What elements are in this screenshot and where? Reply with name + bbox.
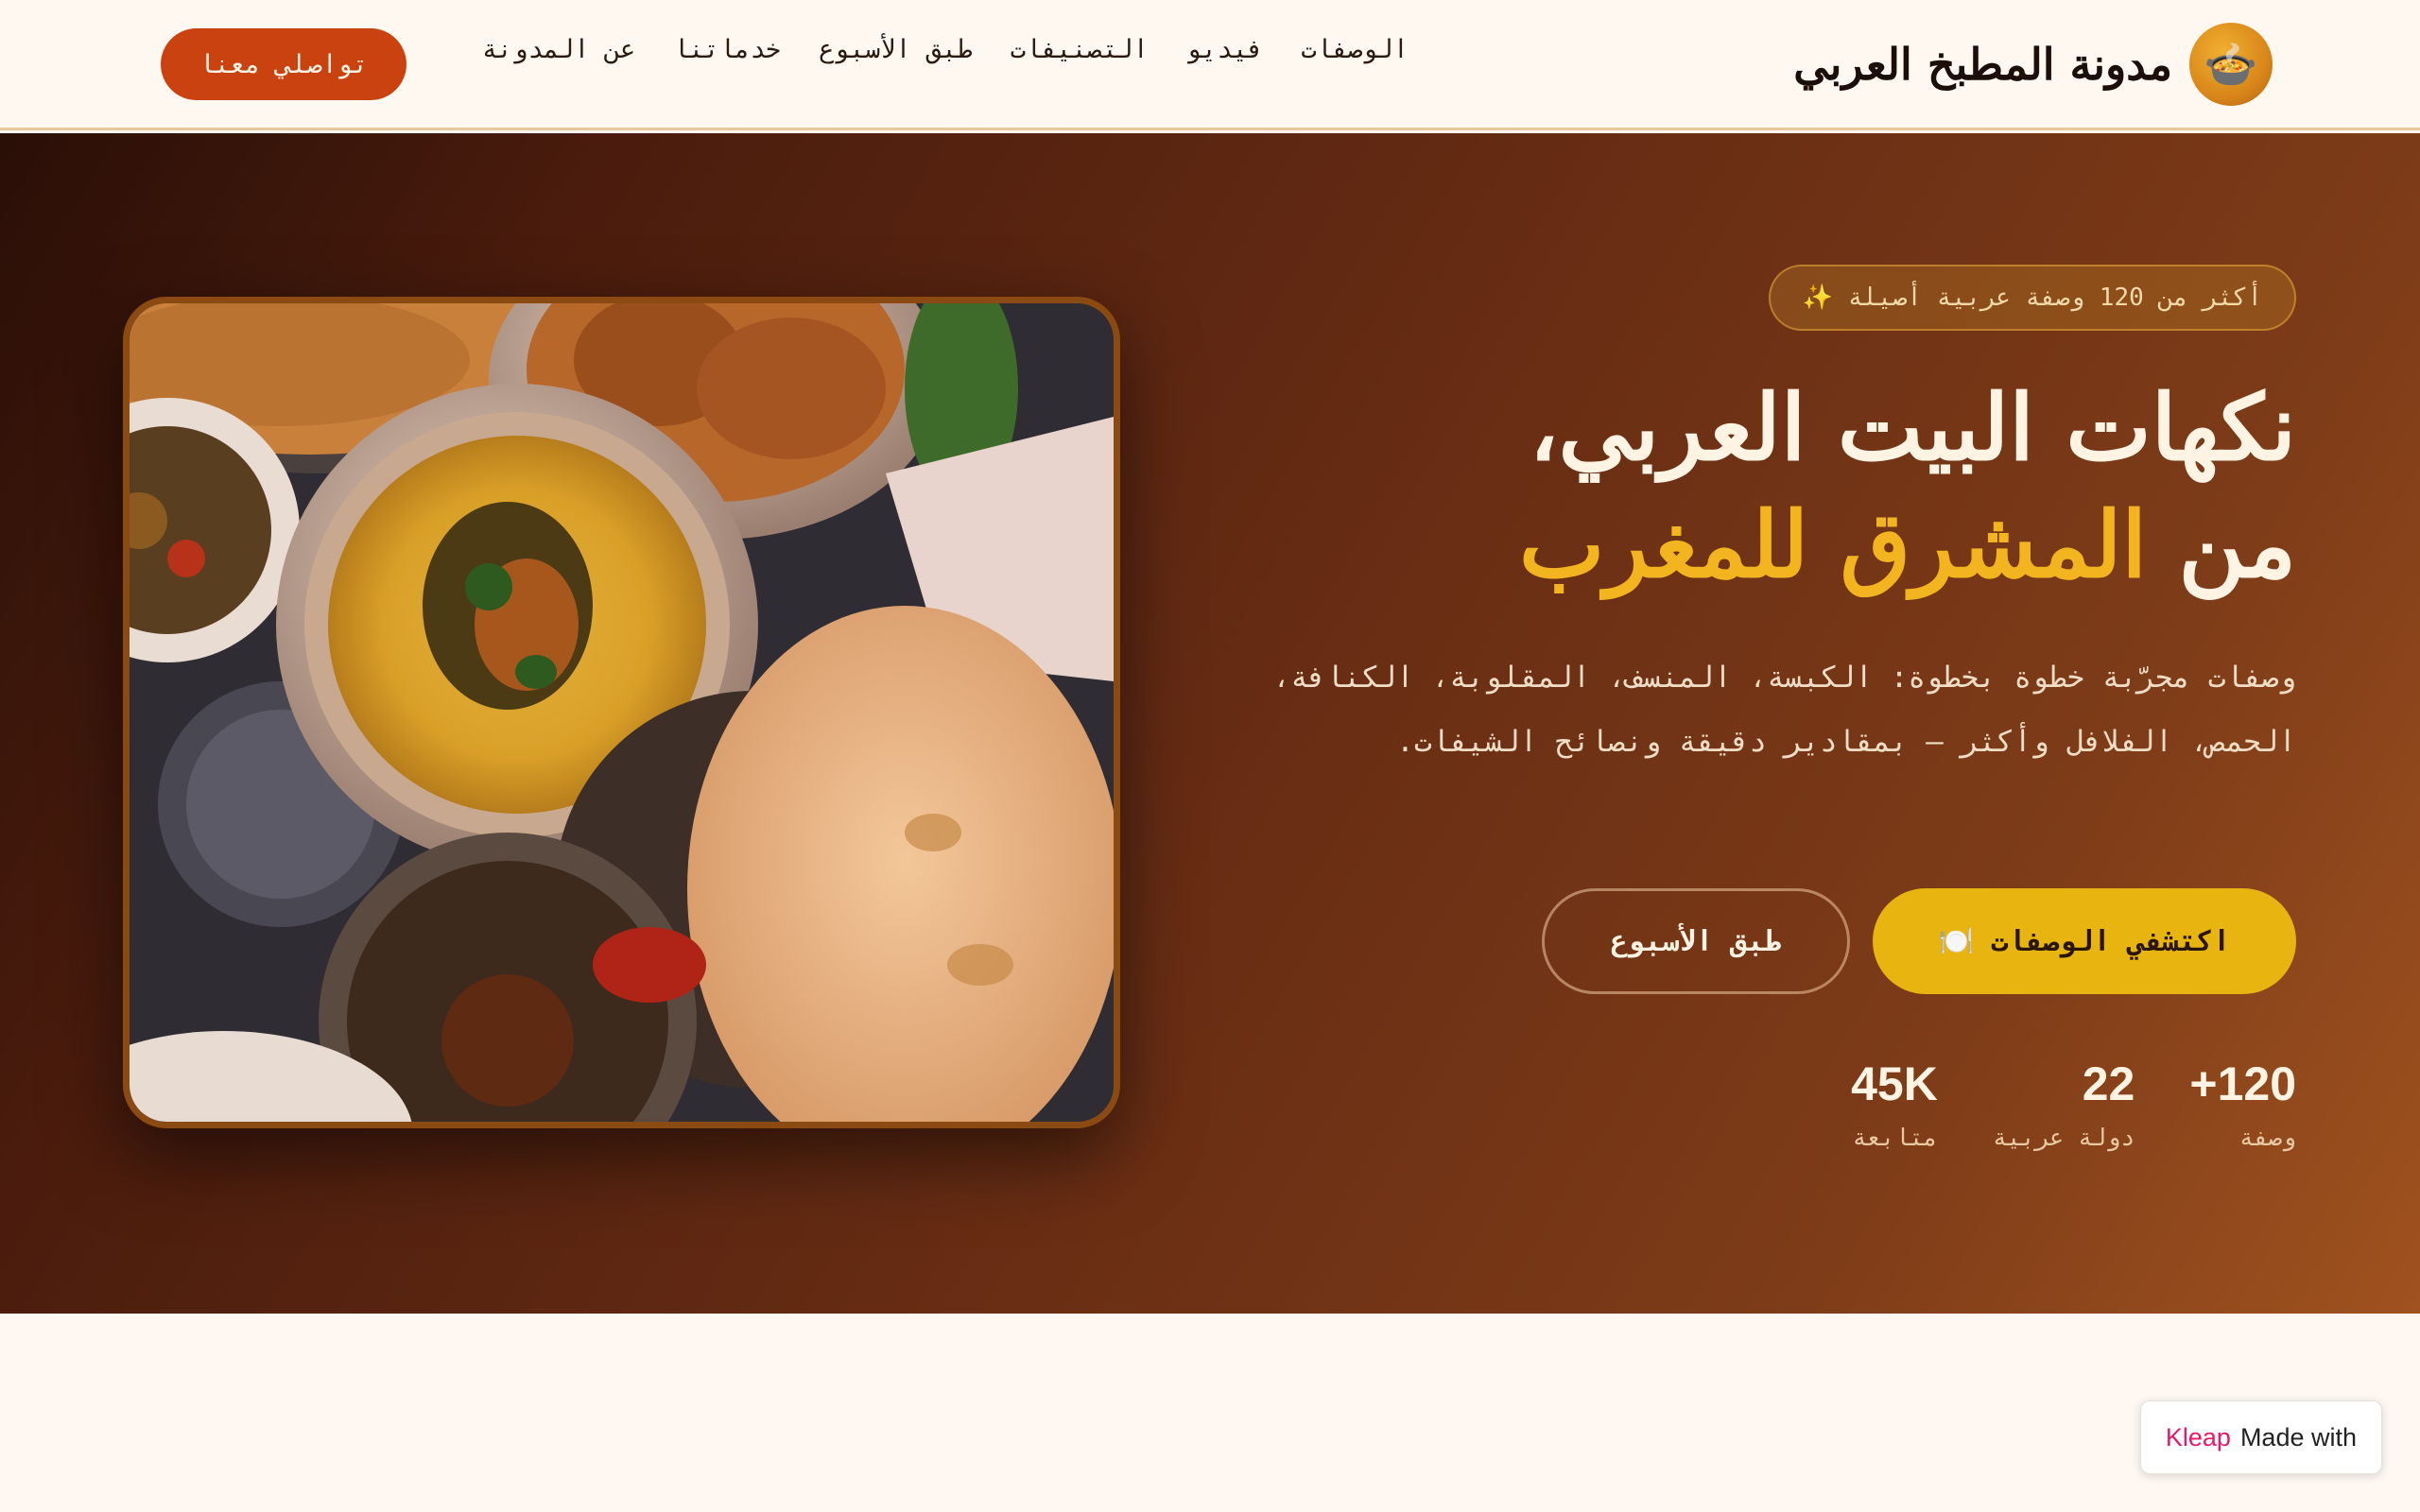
nav-video[interactable]: فيديو xyxy=(1186,35,1263,64)
hero-description: وصفات مجرّبة خطوة بخطوة: الكبسة، المنسف،… xyxy=(1272,661,2297,759)
food-spread-illustration xyxy=(130,303,1114,1122)
brand[interactable]: 🍲 مدونة المطبخ العربي xyxy=(1793,21,2273,108)
stat-label: دولة عربية xyxy=(1992,1124,2135,1151)
hero-title-line2-prefix: من xyxy=(2147,491,2297,598)
stat-label: متابعة xyxy=(1852,1124,1938,1151)
contact-button[interactable]: تواصلي معنا xyxy=(161,28,406,100)
hero-title-accent: المشرق للمغرب xyxy=(1518,491,2148,598)
nav-recipes[interactable]: الوصفات xyxy=(1301,35,1409,64)
hero-stats: +120 وصفة 22 دولة عربية 45K متابعة xyxy=(1851,1056,2296,1151)
hero-title: نكهات البيت العربي، من المشرق للمغرب xyxy=(1351,369,2296,604)
stat-followers: 45K متابعة xyxy=(1851,1056,1938,1151)
stat-recipes: +120 وصفة xyxy=(2189,1056,2296,1151)
stat-label: وصفة xyxy=(2238,1124,2296,1151)
kleap-brand: Kleap xyxy=(2165,1422,2231,1452)
stat-value: 45K xyxy=(1851,1057,1938,1110)
nav-about[interactable]: عن المدونة xyxy=(482,35,636,64)
nav-dish-of-week[interactable]: طبق الأسبوع xyxy=(819,35,973,64)
pot-icon: 🍲 xyxy=(2189,23,2273,106)
stat-value: 22 xyxy=(2082,1057,2135,1110)
stat-value: +120 xyxy=(2189,1057,2296,1110)
made-with-kleap-badge[interactable]: Kleap Made with xyxy=(2139,1400,2382,1474)
hero-section: ✨ أكثر من 120 وصفة عربية أصيلة نكهات الب… xyxy=(0,133,2420,1314)
hero-food-image xyxy=(123,297,1120,1128)
hero-title-line1: نكهات البيت العربي، xyxy=(1529,374,2297,481)
discover-recipes-button[interactable]: 🍽️ اكتشفي الوصفات xyxy=(1873,888,2296,994)
nav-categories[interactable]: التصنيفات xyxy=(1011,35,1149,64)
brand-name: مدونة المطبخ العربي xyxy=(1793,39,2173,90)
main-nav: الوصفات فيديو التصنيفات طبق الأسبوع خدما… xyxy=(482,26,1409,72)
made-with-label: Made with xyxy=(2239,1422,2357,1452)
dish-of-week-button[interactable]: طبق الأسبوع xyxy=(1542,888,1850,994)
site-header: 🍲 مدونة المطبخ العربي الوصفات فيديو التص… xyxy=(0,0,2420,130)
nav-services[interactable]: خدماتنا xyxy=(673,35,781,64)
recipe-count-badge: ✨ أكثر من 120 وصفة عربية أصيلة xyxy=(1768,265,2296,331)
stat-countries: 22 دولة عربية xyxy=(1993,1056,2135,1151)
